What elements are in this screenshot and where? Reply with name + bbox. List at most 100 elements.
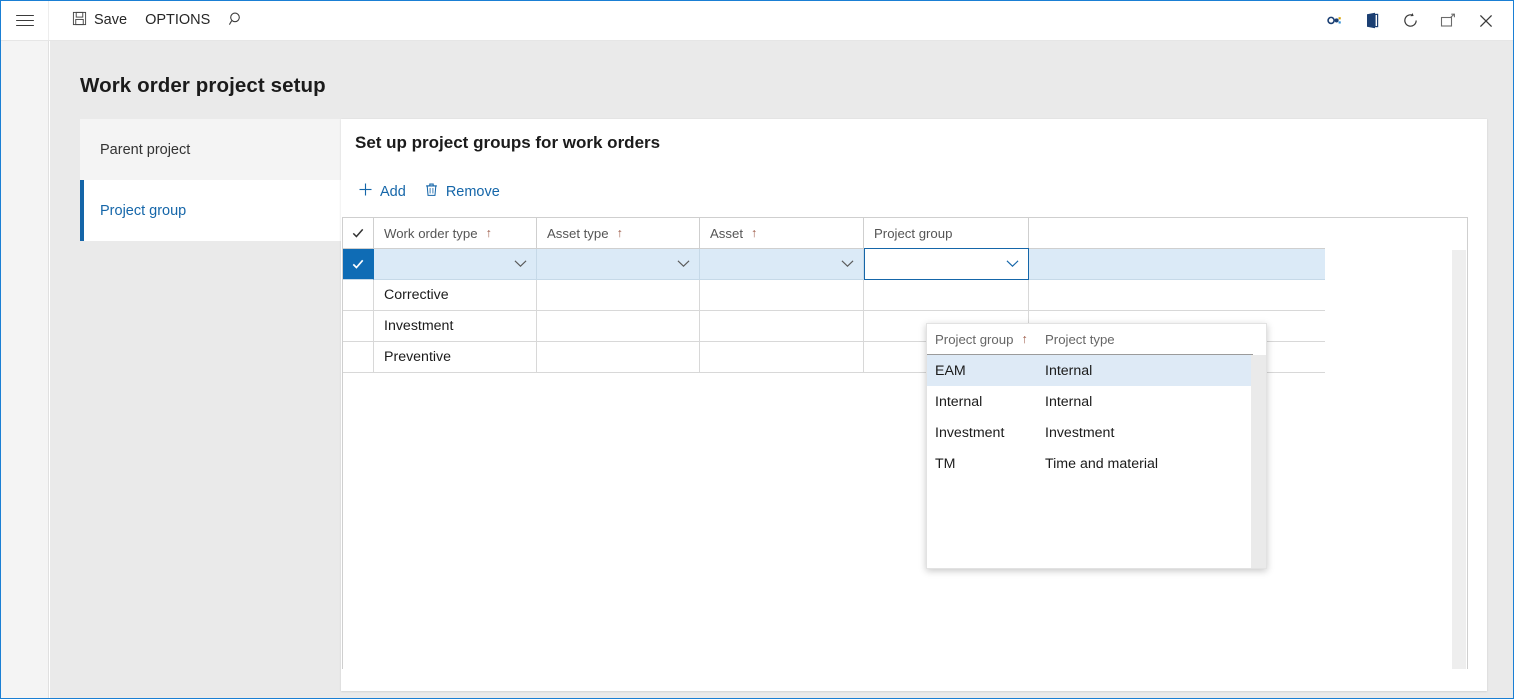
- sort-ascending-icon: ↑: [750, 225, 758, 240]
- lookup-cell-project-group: Investment: [927, 417, 1037, 448]
- lookup-cell-project-group: EAM: [927, 355, 1037, 386]
- remove-button[interactable]: Remove: [415, 177, 509, 206]
- options-button[interactable]: OPTIONS: [136, 8, 219, 33]
- navigation-menu-button[interactable]: [1, 1, 49, 40]
- sidebar-item-label: Project group: [100, 202, 187, 219]
- section-list: Parent project Project group: [80, 119, 341, 241]
- page-canvas: Work order project setup Parent project …: [50, 41, 1513, 698]
- cell-asset[interactable]: [700, 280, 864, 311]
- lookup-header-row: Project group ↑ Project type: [927, 324, 1253, 355]
- checkmark-icon: [352, 228, 364, 238]
- lookup-cell-project-type: Internal: [1037, 386, 1253, 417]
- cell-project-group-input[interactable]: [864, 248, 1029, 280]
- chevron-down-icon[interactable]: [841, 256, 854, 272]
- grid-vertical-scrollbar[interactable]: [1452, 250, 1466, 669]
- lookup-cell-project-group: Internal: [927, 386, 1037, 417]
- sort-ascending-icon: ↑: [1021, 331, 1028, 346]
- column-header-label: Work order type: [384, 225, 478, 241]
- checkmark-icon: [352, 259, 364, 269]
- office-app-icon[interactable]: [1353, 4, 1391, 38]
- lookup-cell-project-type: Investment: [1037, 417, 1253, 448]
- cell-asset[interactable]: [700, 342, 864, 373]
- sidebar-item-parent-project[interactable]: Parent project: [80, 119, 341, 180]
- row-checkbox[interactable]: [343, 249, 374, 280]
- cell-asset-type[interactable]: [537, 280, 700, 311]
- cell-filler: [1029, 249, 1325, 280]
- chevron-down-icon[interactable]: [677, 256, 690, 272]
- sidebar-item-label: Parent project: [100, 141, 191, 158]
- cell-work-order-type[interactable]: [374, 249, 537, 280]
- cell-value: Investment: [935, 424, 1005, 441]
- column-header-label: Project group: [874, 225, 953, 241]
- page-title: Work order project setup: [80, 74, 326, 97]
- settings-multicolor-icon[interactable]: [1315, 4, 1353, 38]
- cell-value: Internal: [935, 393, 983, 410]
- cell-work-order-type[interactable]: Corrective: [374, 280, 537, 311]
- lookup-option-internal[interactable]: Internal Internal: [927, 386, 1253, 417]
- left-navigation-rail: [1, 41, 49, 698]
- add-button[interactable]: Add: [349, 177, 415, 206]
- select-all-checkbox[interactable]: [343, 218, 374, 249]
- data-grid: Work order type ↑ Asset type ↑ Asset ↑ P…: [342, 217, 1468, 669]
- column-header-asset-type[interactable]: Asset type ↑: [537, 218, 700, 249]
- cell-value: Internal: [1045, 393, 1093, 410]
- column-header-label: Asset type: [547, 225, 609, 241]
- lookup-option-eam[interactable]: EAM Internal: [927, 355, 1253, 386]
- project-group-lookup-dropdown: Project group ↑ Project type EAM Interna…: [926, 323, 1267, 569]
- table-row[interactable]: Corrective: [343, 280, 1467, 311]
- chevron-down-icon[interactable]: [514, 256, 527, 272]
- lookup-cell-project-type: Internal: [1037, 355, 1253, 386]
- search-icon: [228, 11, 244, 31]
- column-header-work-order-type[interactable]: Work order type ↑: [374, 218, 537, 249]
- cell-asset-type[interactable]: [537, 342, 700, 373]
- lookup-cell-project-group: TM: [927, 448, 1037, 479]
- sort-ascending-icon: ↑: [616, 225, 623, 240]
- column-header-label: Project type: [1045, 331, 1115, 347]
- save-disk-icon: [72, 11, 87, 30]
- application-window: Save OPTIONS Work order project setup Pa…: [0, 0, 1514, 699]
- close-icon[interactable]: [1467, 4, 1505, 38]
- cell-asset[interactable]: [700, 249, 864, 280]
- row-checkbox[interactable]: [343, 311, 374, 342]
- add-button-label: Add: [380, 183, 406, 200]
- options-button-label: OPTIONS: [145, 12, 211, 29]
- trash-icon: [424, 182, 439, 201]
- save-button-label: Save: [94, 12, 128, 29]
- restore-window-icon[interactable]: [1429, 4, 1467, 38]
- cell-work-order-type[interactable]: Preventive: [374, 342, 537, 373]
- lookup-vertical-scrollbar[interactable]: [1251, 355, 1266, 568]
- cell-value: Preventive: [384, 349, 452, 365]
- lookup-column-header-project-group[interactable]: Project group ↑: [927, 324, 1037, 354]
- cell-value: EAM: [935, 362, 966, 379]
- sidebar-item-project-group[interactable]: Project group: [80, 180, 341, 241]
- column-header-label: Asset: [710, 225, 743, 241]
- refresh-icon[interactable]: [1391, 4, 1429, 38]
- table-row[interactable]: [343, 248, 1467, 280]
- cell-project-group[interactable]: [864, 280, 1029, 311]
- cell-value: Investment: [384, 318, 454, 334]
- cell-value: Corrective: [384, 287, 449, 303]
- lookup-option-tm[interactable]: TM Time and material: [927, 448, 1253, 479]
- row-checkbox[interactable]: [343, 280, 374, 311]
- cell-filler: [1029, 280, 1325, 311]
- cell-asset[interactable]: [700, 311, 864, 342]
- table-row[interactable]: Preventive: [343, 342, 1467, 373]
- cell-asset-type[interactable]: [537, 311, 700, 342]
- cell-value: Time and material: [1045, 455, 1159, 472]
- column-header-label: Project group: [935, 331, 1014, 347]
- lookup-column-header-project-type[interactable]: Project type: [1037, 324, 1253, 354]
- cell-value: TM: [935, 455, 956, 472]
- chevron-down-icon[interactable]: [1006, 256, 1019, 272]
- lookup-option-investment[interactable]: Investment Investment: [927, 417, 1253, 448]
- panel-toolbar: Add Remove: [349, 177, 509, 206]
- search-button[interactable]: [219, 6, 253, 36]
- lookup-cell-project-type: Time and material: [1037, 448, 1253, 479]
- table-row[interactable]: Investment: [343, 311, 1467, 342]
- cell-work-order-type[interactable]: Investment: [374, 311, 537, 342]
- remove-button-label: Remove: [445, 183, 500, 200]
- column-header-asset[interactable]: Asset ↑: [700, 218, 864, 249]
- column-header-project-group[interactable]: Project group: [864, 218, 1029, 249]
- cell-asset-type[interactable]: [537, 249, 700, 280]
- save-button[interactable]: Save: [63, 6, 136, 35]
- row-checkbox[interactable]: [343, 342, 374, 373]
